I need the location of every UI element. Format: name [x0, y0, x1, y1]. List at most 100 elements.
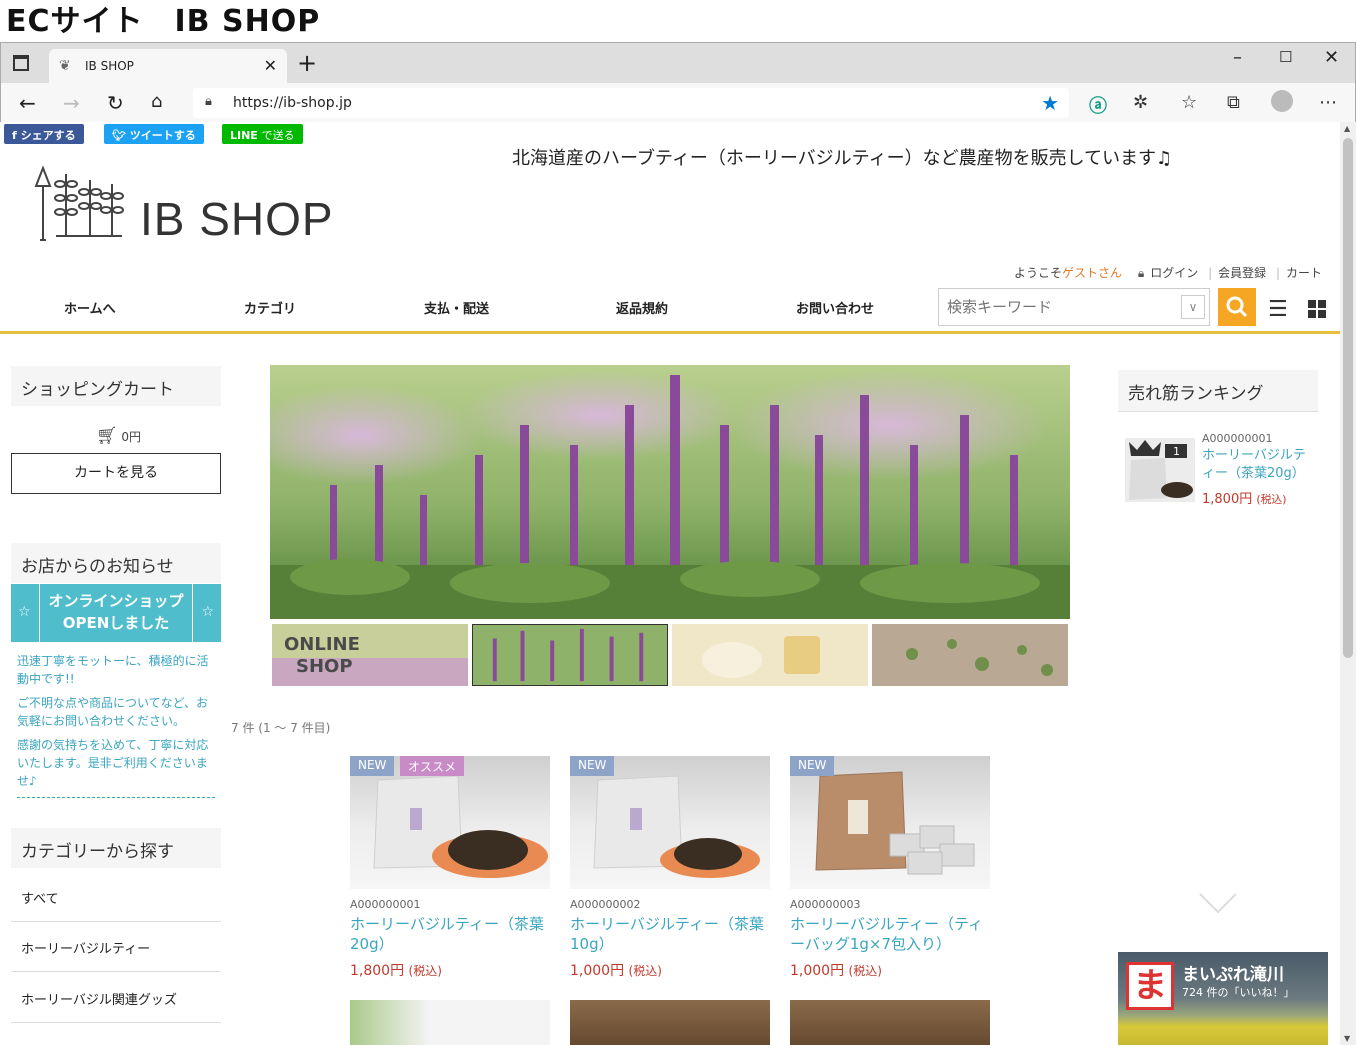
product-price: 1,000円 (税込): [570, 963, 662, 979]
facebook-share-button[interactable]: f シェアする: [4, 124, 84, 144]
search-button[interactable]: [1218, 288, 1256, 326]
register-link[interactable]: 会員登録: [1218, 266, 1266, 280]
cart-amount: 🛒︎ 0円: [96, 426, 142, 446]
nav-category[interactable]: カテゴリ: [244, 298, 296, 317]
search-box: ∨: [938, 288, 1210, 326]
ranking-product-name[interactable]: ホーリーバジルティー（茶葉20g）: [1202, 447, 1312, 483]
tab-title: IB SHOP: [85, 59, 134, 73]
product-image[interactable]: [570, 1000, 770, 1045]
web-page: f シェアする 🐦︎ ツイートする LINE で送る 北海道産のハーブティー（ホ…: [0, 122, 1340, 1045]
product-image[interactable]: [790, 1000, 990, 1045]
slide-thumb-1[interactable]: ONLINE SHOP: [272, 624, 468, 686]
close-tab-icon[interactable]: ✕: [264, 56, 277, 75]
browser-chrome: ❦ IB SHOP ✕ + – ☐ ✕ ← → ↻ ⌂ 🔒︎ https://i…: [0, 42, 1356, 123]
product-image[interactable]: [350, 1000, 550, 1045]
ranking-product-price: 1,800円 (税込): [1202, 492, 1287, 507]
more-menu-icon[interactable]: ⋯: [1319, 92, 1337, 113]
scroll-down-icon[interactable]: ▼: [1344, 1034, 1350, 1043]
browser-tab[interactable]: ❦ IB SHOP ✕: [49, 49, 287, 83]
maipure-logo: ま: [1126, 962, 1174, 1010]
result-count: 7 件 (1 ～ 7 件目): [231, 721, 331, 735]
product-code: A000000001: [350, 898, 421, 911]
nav-home[interactable]: ホームへ: [64, 298, 116, 317]
nav-payment-shipping[interactable]: 支払・配送: [424, 298, 489, 317]
chevron-down-icon[interactable]: ∨: [1181, 295, 1205, 319]
minimize-icon[interactable]: –: [1233, 47, 1242, 68]
grid-view-icon[interactable]: [1308, 300, 1326, 318]
user-links: ようこそゲストさん 🔒︎ ログイン | 会員登録 | カート: [1014, 266, 1323, 280]
address-toolbar: ← → ↻ ⌂ 🔒︎ https://ib-shop.jp ★ ⓐ ✲ ☆ ⧉ …: [1, 83, 1355, 123]
slide-thumb-4[interactable]: [872, 624, 1068, 686]
url-text: https://ib-shop.jp: [233, 95, 352, 111]
shop-open-banner[interactable]: ☆ オンラインショップ OPENしました ☆: [11, 584, 221, 642]
profile-avatar-icon[interactable]: [1271, 90, 1293, 112]
favorites-icon[interactable]: ☆: [1181, 92, 1197, 113]
product-price: 1,000円 (税込): [790, 963, 882, 979]
logo-plant-icon[interactable]: [32, 164, 124, 242]
ranking-product-image[interactable]: 1: [1125, 438, 1195, 502]
back-icon[interactable]: ←: [19, 91, 36, 115]
thumb-online-text: ONLINE: [284, 634, 360, 655]
maipure-widget[interactable]: ま まいぷれ滝川 724 件の「いいね！」: [1118, 952, 1328, 1045]
news-item: 感謝の気持ちを込めて、丁寧に対応いたします。是非ご利用くださいませ♪: [17, 738, 209, 788]
nav-contact[interactable]: お問い合わせ: [796, 298, 874, 317]
favorite-star-icon[interactable]: ★: [1041, 91, 1059, 115]
forward-icon[interactable]: →: [63, 91, 80, 115]
scroll-up-icon[interactable]: ▲: [1344, 124, 1350, 133]
new-badge: NEW: [350, 756, 395, 776]
list-view-icon[interactable]: ☰: [1268, 297, 1288, 322]
lock-icon: 🔒︎: [1137, 266, 1145, 280]
search-input[interactable]: [947, 295, 1167, 319]
cart-icon: 🛒︎: [96, 426, 118, 446]
close-window-icon[interactable]: ✕: [1324, 47, 1339, 68]
cart-link[interactable]: カート: [1286, 266, 1322, 280]
page-caption: ECサイト IB SHOP: [6, 4, 321, 39]
collections-icon[interactable]: ⧉: [1227, 92, 1240, 113]
scrollbar-thumb[interactable]: [1343, 138, 1353, 658]
login-link[interactable]: ログイン: [1150, 266, 1198, 280]
extensions-puzzle-icon[interactable]: ✲: [1133, 92, 1148, 113]
recommend-badge: オススメ: [400, 756, 465, 776]
extension-a-icon[interactable]: ⓐ: [1089, 92, 1107, 118]
hero-slide-image[interactable]: [270, 365, 1070, 619]
slide-thumb-3[interactable]: [672, 624, 868, 686]
new-tab-icon[interactable]: +: [297, 49, 317, 77]
twitter-tweet-button[interactable]: 🐦︎ ツイートする: [104, 124, 204, 144]
category-holy-basil-goods[interactable]: ホーリーバジル関連グッズ: [11, 973, 221, 1023]
category-holy-basil-tea[interactable]: ホーリーバジルティー: [11, 922, 221, 972]
refresh-icon[interactable]: ↻: [107, 91, 124, 115]
product-code: A000000002: [570, 898, 641, 911]
lock-icon: 🔒︎: [205, 94, 212, 109]
ranking-product-code: A000000001: [1202, 432, 1273, 445]
maximize-icon[interactable]: ☐: [1279, 48, 1292, 66]
line-send-button[interactable]: LINE で送る: [222, 124, 303, 144]
thumb-shop-text: SHOP: [296, 656, 353, 677]
tab-bar: ❦ IB SHOP ✕ + – ☐ ✕: [1, 43, 1355, 83]
product-code: A000000003: [790, 898, 861, 911]
site-favicon-icon: ❦: [59, 58, 71, 74]
page-scrollbar[interactable]: ▲ ▼: [1340, 122, 1356, 1045]
site-tagline: 北海道産のハーブティー（ホーリーバジルティー）など農産物を販売しています♫: [512, 148, 1173, 169]
product-name[interactable]: ホーリーバジルティー（茶葉10g）: [570, 914, 770, 954]
address-bar[interactable]: 🔒︎ https://ib-shop.jp ★: [193, 88, 1069, 118]
facebook-icon: f: [12, 129, 21, 142]
nav-return-policy[interactable]: 返品規約: [616, 298, 668, 317]
welcome-prefix: ようこそ: [1014, 266, 1063, 280]
news-item: ご不明な点や商品についてなど、お気軽にお問い合わせください。: [17, 696, 209, 728]
category-all[interactable]: すべて: [11, 872, 221, 922]
home-icon[interactable]: ⌂: [151, 91, 162, 112]
product-name[interactable]: ホーリーバジルティー（ティーバッグ1g×7包入り）: [790, 914, 990, 954]
welcome-guest: ゲストさん: [1062, 266, 1123, 280]
product-price: 1,800円 (税込): [350, 963, 442, 979]
slide-thumb-2[interactable]: [472, 624, 668, 686]
new-badge: NEW: [790, 756, 835, 776]
view-cart-button[interactable]: カートを見る: [11, 453, 221, 494]
maipure-name: まいぷれ滝川: [1182, 965, 1284, 985]
cart-heading: ショッピングカート: [11, 366, 221, 406]
chevron-down-icon[interactable]: [1198, 892, 1238, 916]
window-menu-icon[interactable]: [13, 55, 29, 71]
product-name[interactable]: ホーリーバジルティー（茶葉20g）: [350, 914, 550, 954]
news-divider: [17, 797, 215, 798]
category-heading: カテゴリーから探す: [11, 828, 221, 868]
site-logo-text[interactable]: IB SHOP: [140, 192, 334, 246]
